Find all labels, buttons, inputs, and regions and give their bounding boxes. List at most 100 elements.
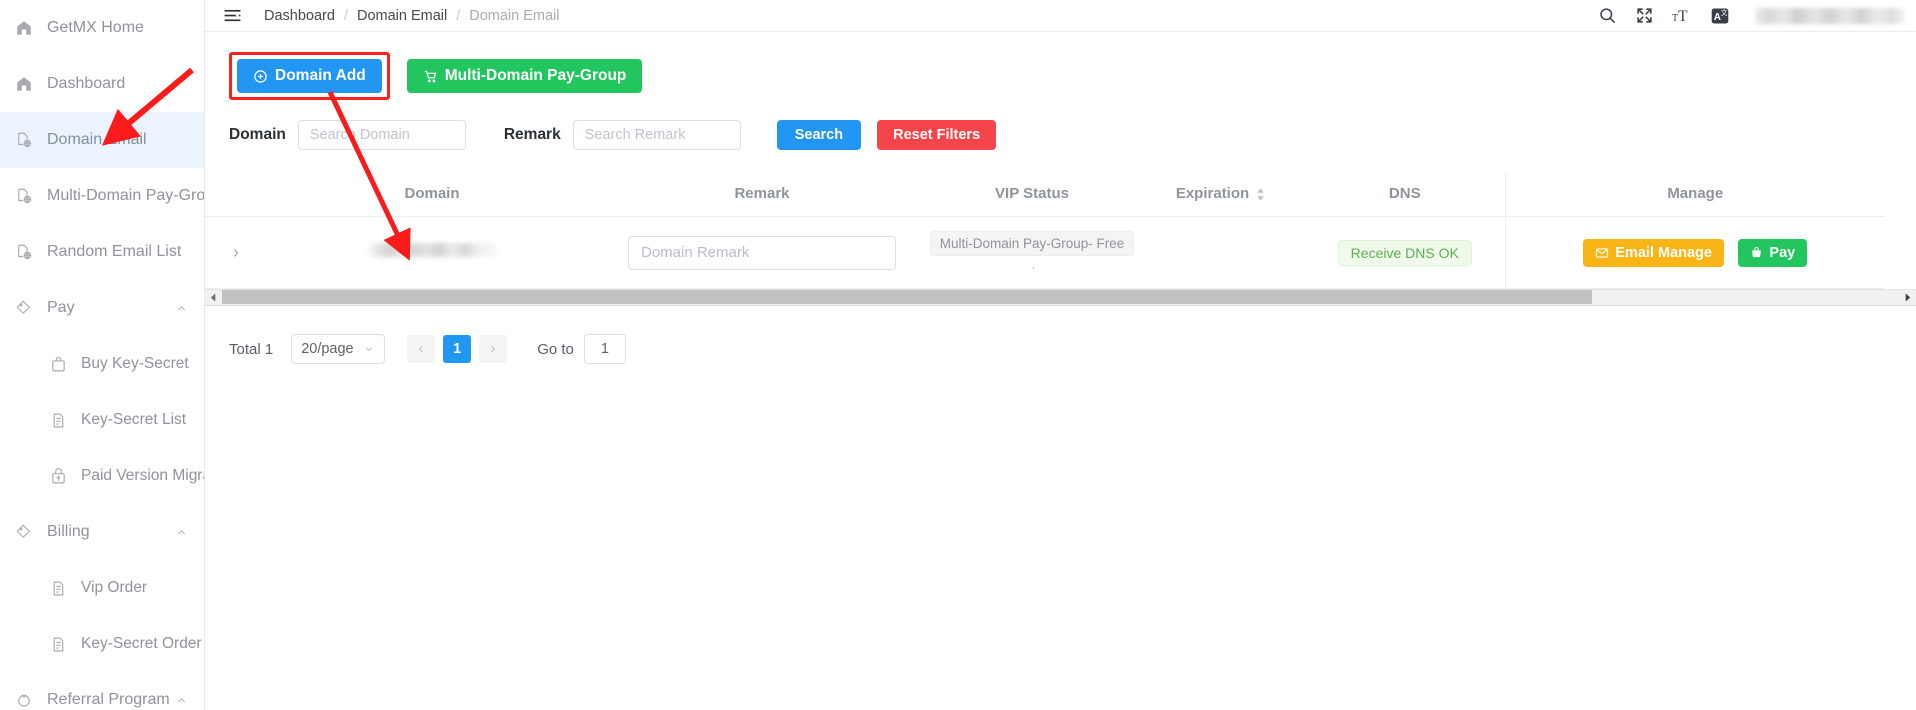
doc-icon bbox=[48, 578, 68, 598]
domain-value-redacted bbox=[368, 243, 496, 257]
sidebar-item-domain-email[interactable]: Domain Email bbox=[0, 112, 204, 168]
table-body: › Multi-Domain Pay-Group- Free. bbox=[205, 216, 1885, 289]
user-account-label[interactable] bbox=[1756, 7, 1904, 24]
topbar-actions: T T A 文 bbox=[1598, 6, 1904, 26]
domain-search-input[interactable] bbox=[297, 120, 466, 150]
domain-remark-input[interactable] bbox=[628, 235, 896, 270]
column-header-expiration[interactable]: Expiration bbox=[1137, 172, 1305, 217]
column-header-remark: Remark bbox=[597, 172, 927, 217]
font-size-icon[interactable]: T T bbox=[1672, 6, 1692, 25]
sidebar-item-label: Referral Program bbox=[47, 691, 170, 708]
sidebar-group-billing[interactable]: Billing bbox=[0, 504, 204, 560]
email-manage-label: Email Manage bbox=[1615, 244, 1712, 261]
plus-circle-icon bbox=[253, 69, 268, 84]
reset-filters-button[interactable]: Reset Filters bbox=[877, 120, 997, 150]
sidebar-item-label: Buy Key-Secret bbox=[81, 355, 189, 372]
pagination-bar: Total 1 20/page 1 Go to 1 bbox=[205, 306, 1916, 364]
sidebar: GetMX Home Dashboard Domain Email Multi-… bbox=[0, 0, 205, 710]
goto-page-input[interactable] bbox=[583, 334, 626, 364]
sidebar-item-label: GetMX Home bbox=[47, 19, 144, 36]
goto-page-label: Go to bbox=[537, 340, 574, 358]
action-toolbar: Domain Add Multi-Domain Pay-Group bbox=[205, 32, 1916, 100]
sidebar-item-key-secret-order[interactable]: Key-Secret Order bbox=[0, 616, 204, 672]
sidebar-group-pay[interactable]: Pay bbox=[0, 280, 204, 336]
row-expand-cell[interactable]: › bbox=[205, 216, 267, 289]
chevron-up-icon bbox=[175, 526, 188, 539]
domain-icon bbox=[14, 242, 34, 262]
breadcrumb-separator: / bbox=[456, 7, 461, 24]
sidebar-item-label: Random Email List bbox=[47, 243, 182, 260]
chevron-down-icon bbox=[363, 343, 375, 355]
sidebar-item-random-email-list[interactable]: Random Email List bbox=[0, 224, 204, 280]
chevron-right-icon[interactable]: › bbox=[234, 241, 239, 262]
svg-text:A: A bbox=[1714, 12, 1721, 23]
domain-add-button[interactable]: Domain Add bbox=[237, 59, 382, 93]
sidebar-item-buy-key-secret[interactable]: Buy Key-Secret bbox=[0, 336, 204, 392]
search-icon[interactable] bbox=[1598, 6, 1617, 25]
domain-table: Domain Remark VIP Status Expiration DNS … bbox=[205, 172, 1916, 306]
domain-grid: Domain Remark VIP Status Expiration DNS … bbox=[205, 172, 1885, 289]
translate-icon[interactable]: A 文 bbox=[1710, 6, 1730, 26]
hamburger-icon[interactable] bbox=[223, 6, 242, 25]
column-header-manage: Manage bbox=[1504, 172, 1885, 217]
sidebar-item-paid-version-migration[interactable]: Paid Version Migration bbox=[0, 448, 204, 504]
tag-icon bbox=[14, 522, 34, 542]
sidebar-group-referral-program[interactable]: Referral Program bbox=[0, 672, 204, 710]
table-row: › Multi-Domain Pay-Group- Free. bbox=[205, 216, 1885, 289]
breadcrumb-item-dashboard[interactable]: Dashboard bbox=[264, 8, 335, 24]
scrollbar-thumb[interactable] bbox=[222, 290, 1592, 304]
row-domain-cell bbox=[267, 216, 597, 289]
home-icon bbox=[14, 74, 34, 94]
app-root: GetMX Home Dashboard Domain Email Multi-… bbox=[0, 0, 1916, 710]
breadcrumb-item-domain-email[interactable]: Domain Email bbox=[357, 8, 447, 24]
chevron-left-icon bbox=[415, 343, 427, 355]
sidebar-item-label: Pay bbox=[47, 299, 75, 316]
page-size-value: 20/page bbox=[301, 341, 354, 357]
filter-bar: Domain Remark Search Reset Filters bbox=[205, 100, 1916, 150]
domain-add-label: Domain Add bbox=[275, 67, 366, 84]
chevron-up-icon bbox=[175, 302, 188, 315]
svg-text:文: 文 bbox=[1721, 8, 1728, 17]
pay-button[interactable]: Pay bbox=[1738, 238, 1808, 267]
chevron-right-icon bbox=[487, 343, 499, 355]
sort-icon[interactable] bbox=[1255, 187, 1266, 202]
sidebar-item-dashboard[interactable]: Dashboard bbox=[0, 56, 204, 112]
total-count-label: Total 1 bbox=[229, 340, 274, 358]
page-number-1[interactable]: 1 bbox=[443, 335, 472, 363]
page-size-select[interactable]: 20/page bbox=[291, 334, 386, 364]
sidebar-item-label: Vip Order bbox=[81, 579, 148, 596]
sidebar-item-getmx-home[interactable]: GetMX Home bbox=[0, 0, 204, 56]
pay-label: Pay bbox=[1769, 244, 1796, 261]
svg-text:T: T bbox=[1672, 13, 1678, 24]
fullscreen-icon[interactable] bbox=[1635, 6, 1654, 25]
page-content: Domain Add Multi-Domain Pay-Group Domain bbox=[205, 32, 1916, 364]
domain-icon bbox=[14, 130, 34, 150]
prev-page-button[interactable] bbox=[407, 335, 436, 363]
domain-icon bbox=[14, 186, 34, 206]
sidebar-item-label: Key-Secret List bbox=[81, 411, 187, 428]
sidebar-item-key-secret-list[interactable]: Key-Secret List bbox=[0, 392, 204, 448]
vip-status-badge: Multi-Domain Pay-Group- Free bbox=[929, 231, 1135, 256]
search-button[interactable]: Search bbox=[776, 120, 862, 150]
bag-icon bbox=[48, 354, 68, 374]
table-header-row: Domain Remark VIP Status Expiration DNS … bbox=[205, 172, 1885, 217]
scrollbar-track[interactable] bbox=[222, 289, 1899, 306]
email-manage-button[interactable]: Email Manage bbox=[1583, 238, 1724, 267]
multi-domain-pay-group-button[interactable]: Multi-Domain Pay-Group bbox=[406, 59, 643, 93]
scroll-left-arrow-icon[interactable] bbox=[205, 289, 222, 306]
column-header-expand bbox=[205, 172, 267, 217]
breadcrumb-item-current: Domain Email bbox=[469, 7, 560, 24]
envelope-icon bbox=[1595, 246, 1609, 260]
next-page-button[interactable] bbox=[479, 335, 508, 363]
scroll-right-arrow-icon[interactable] bbox=[1899, 289, 1916, 306]
remark-search-input[interactable] bbox=[572, 120, 741, 150]
sidebar-item-multi-domain-pay-group[interactable]: Multi-Domain Pay-Group bbox=[0, 168, 204, 224]
row-remark-cell bbox=[597, 216, 927, 289]
table-horizontal-scrollbar[interactable] bbox=[205, 289, 1916, 306]
sidebar-item-label: Paid Version Migration bbox=[81, 467, 204, 484]
table-head: Domain Remark VIP Status Expiration DNS … bbox=[205, 172, 1885, 217]
domain-filter-label: Domain bbox=[229, 126, 286, 143]
sidebar-item-vip-order[interactable]: Vip Order bbox=[0, 560, 204, 616]
sidebar-item-label: Billing bbox=[47, 523, 90, 540]
column-header-expiration-label: Expiration bbox=[1175, 185, 1250, 202]
